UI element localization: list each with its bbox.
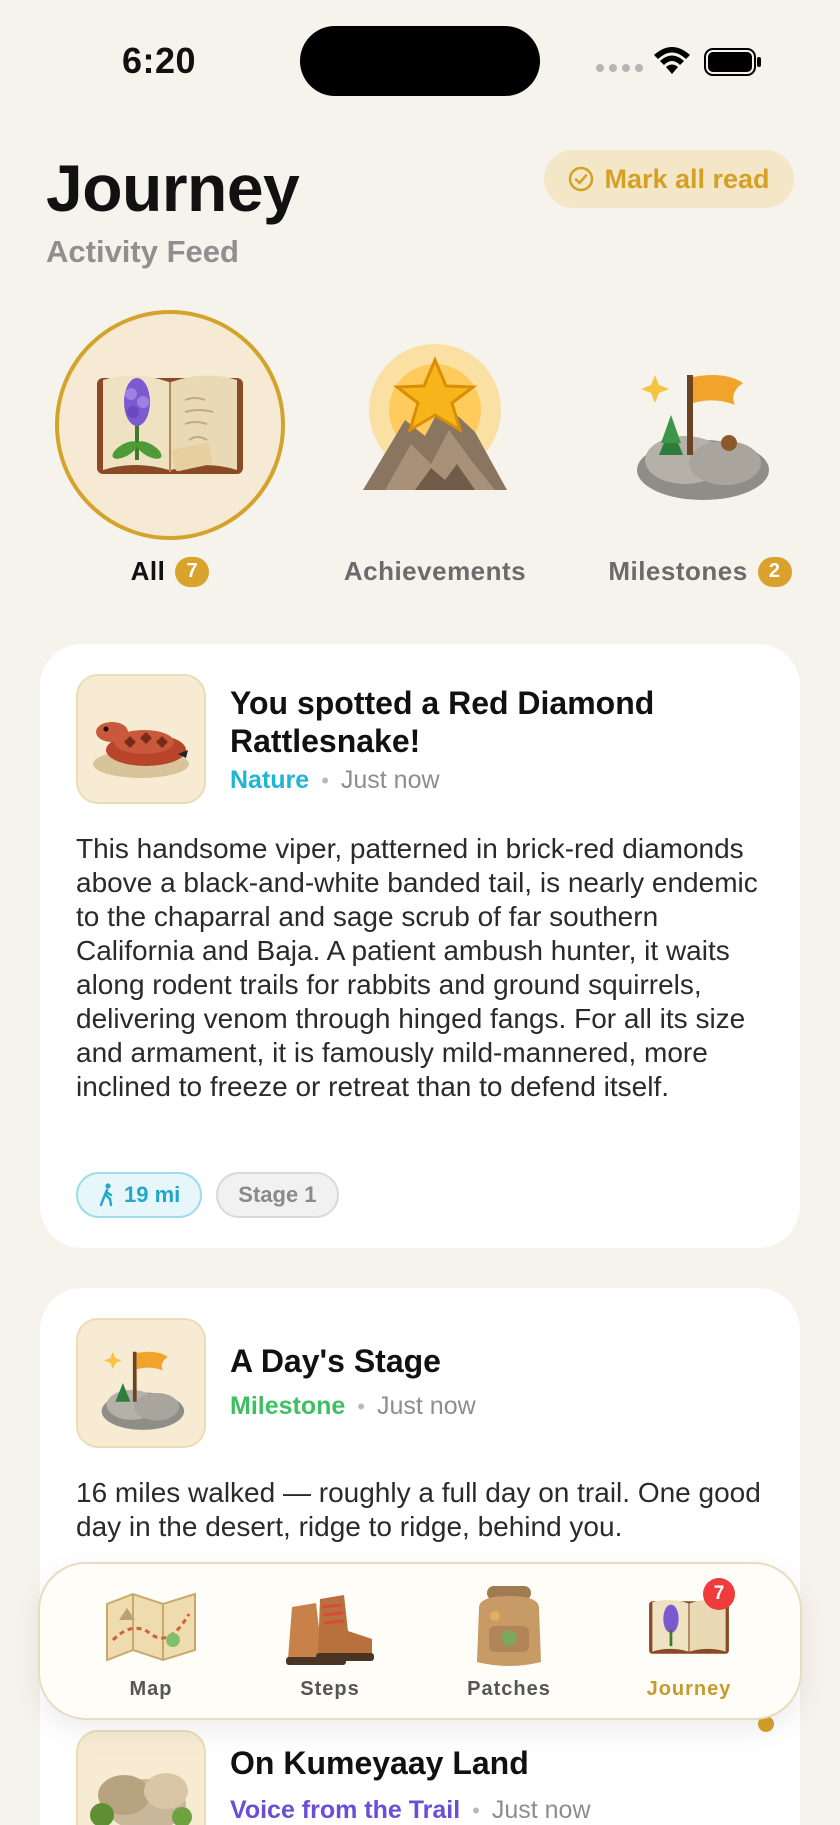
flag-rock-icon: [585, 310, 815, 540]
feed-card-meta: Voice from the Trail • Just now: [230, 1796, 591, 1825]
feed-card-title: On Kumeyaay Land: [230, 1745, 529, 1781]
distance-chip: 19 mi: [76, 1172, 203, 1218]
tab-bar: Map Steps Patches 7 Journey: [38, 1562, 802, 1720]
feed-card-time: Just now: [377, 1392, 476, 1420]
rattlesnake-icon: [76, 674, 206, 804]
dynamic-island: [300, 26, 540, 96]
meta-separator: •: [321, 767, 329, 793]
tab-map-label: Map: [129, 1678, 173, 1700]
star-mountain-icon: [320, 310, 550, 540]
battery-icon: [704, 48, 761, 76]
feed-card-time: Just now: [491, 1796, 591, 1824]
feed-card[interactable]: You spotted a Red Diamond Rattlesnake! N…: [40, 644, 800, 1248]
stage-chip: Stage 1: [216, 1172, 339, 1218]
feed-card-category: Milestone: [230, 1392, 346, 1420]
tab-map[interactable]: Map: [76, 1582, 226, 1701]
feed-card-category: Nature: [230, 766, 310, 794]
feed-card-title: You spotted a Red Diamond Rattlesnake!: [230, 685, 655, 759]
mark-all-read-button[interactable]: Mark all read: [544, 150, 794, 208]
category-all[interactable]: All 7: [50, 310, 290, 587]
feed-card-meta: Milestone • Just now: [230, 1392, 476, 1421]
category-all-label: All: [130, 556, 166, 586]
feed-card-category: Voice from the Trail: [230, 1796, 461, 1824]
wifi-icon: [654, 47, 690, 74]
tab-steps-label: Steps: [300, 1678, 360, 1700]
status-time: 6:20: [122, 40, 197, 81]
check-circle-icon: [569, 166, 594, 192]
category-achievements-label: Achievements: [343, 556, 527, 586]
meta-separator: •: [357, 1393, 365, 1419]
hiking-boots-icon: [280, 1582, 380, 1672]
meta-separator: •: [472, 1797, 480, 1823]
page-subtitle: Activity Feed: [46, 234, 239, 269]
stage-chip-label: Stage 1: [238, 1182, 317, 1207]
category-achievements[interactable]: Achievements: [315, 310, 555, 587]
trail-map-icon: [101, 1582, 201, 1672]
boulders-icon: [76, 1730, 206, 1825]
tab-patches[interactable]: Patches: [434, 1582, 584, 1701]
category-all-count-badge: 7: [175, 556, 210, 587]
walking-person-icon: [99, 1183, 113, 1207]
tab-journey-label: Journey: [646, 1678, 732, 1700]
tab-journey-badge: 7: [703, 1578, 735, 1610]
category-milestones[interactable]: Milestones 2: [580, 310, 820, 587]
feed-card-body: This handsome viper, patterned in brick-…: [76, 833, 758, 1102]
tab-journey[interactable]: 7 Journey: [614, 1578, 764, 1701]
feed-card-time: Just now: [340, 766, 440, 794]
mark-all-read-label: Mark all read: [604, 163, 770, 194]
distance-chip-label: 19 mi: [124, 1182, 181, 1207]
feed-card-title: A Day's Stage: [230, 1343, 441, 1379]
category-milestones-count-badge: 2: [757, 556, 792, 587]
category-milestones-label: Milestones: [608, 556, 748, 586]
category-filter: All 7 Achievements Milestones 2: [0, 310, 840, 600]
feed-card-meta: Nature • Just now: [230, 766, 440, 795]
journal-lupine-icon: 7: [639, 1578, 739, 1672]
tab-patches-label: Patches: [467, 1678, 551, 1700]
flag-rock-icon: [76, 1318, 206, 1448]
backpack-icon: [459, 1582, 559, 1672]
page-title: Journey: [46, 151, 300, 225]
status-bar: 6:20: [0, 0, 840, 120]
cellular-signal-icon: [596, 64, 643, 72]
tab-steps[interactable]: Steps: [255, 1582, 405, 1701]
feed-card-body: 16 miles walked — roughly a full day on …: [76, 1477, 761, 1542]
feed-card-chips: 19 mi Stage 1: [76, 1172, 339, 1218]
journal-lupine-icon: [55, 310, 285, 540]
